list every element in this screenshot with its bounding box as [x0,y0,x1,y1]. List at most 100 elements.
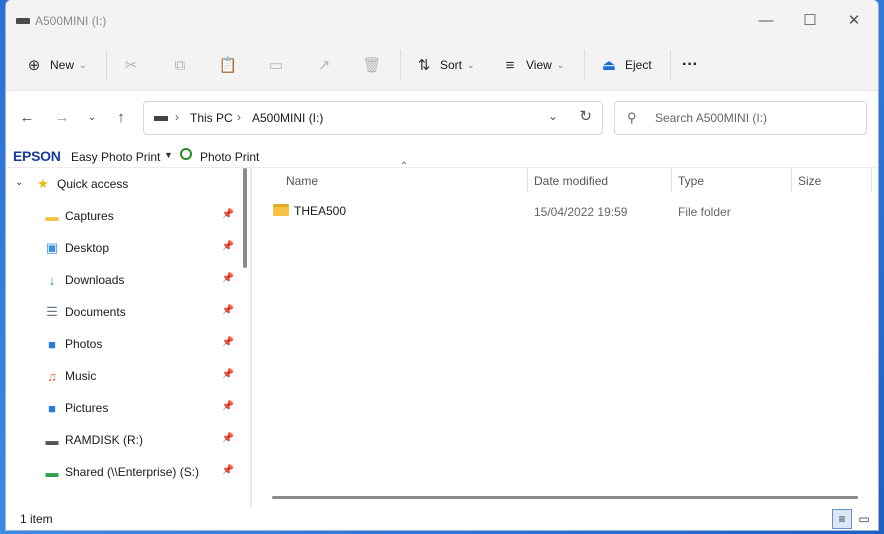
file-type: File folder [678,205,731,219]
music-icon: ♫ [47,368,57,384]
address-dropdown-icon[interactable]: ⌄ [548,109,558,123]
sidebar-item-label: Quick access [57,177,129,191]
photos-icon: ■ [48,336,56,352]
sidebar-item-pictures[interactable]: ■ Pictures 📌 [6,392,240,424]
eject-label: Eject [625,58,652,72]
sidebar-item-downloads[interactable]: ↓ Downloads 📌 [6,264,240,296]
easy-photo-print-button[interactable]: Easy Photo Print [71,150,160,164]
delete-button[interactable]: 🗑 [362,50,382,80]
view-button[interactable]: ≡ View ⌄ [500,50,565,80]
eject-button[interactable]: ⏏ Eject [599,50,652,80]
column-divider[interactable] [671,168,672,192]
sidebar-item-label: Documents [65,305,126,319]
folder-icon [273,204,289,216]
breadcrumb-separator: › [237,110,241,124]
close-button[interactable]: ✕ [832,4,876,36]
pin-icon: 📌 [221,465,234,476]
sidebar-item-documents[interactable]: ☰ Documents 📌 [6,296,240,328]
column-header-name[interactable]: Name [286,174,318,198]
sidebar-item-desktop[interactable]: ▣ Desktop 📌 [6,232,240,264]
toolbar-divider [400,50,401,80]
sidebar-scrollbar[interactable] [243,168,247,268]
column-header-type[interactable]: Type [678,174,704,198]
drive-icon [16,18,30,24]
pictures-icon: ■ [48,400,56,416]
recent-locations-button[interactable]: ⌄ [80,105,104,129]
command-bar: ⊕ New ⌄ ✂ ⧉ 📋 ▭ ↗ 🗑 ⇅ Sort ⌄ ≡ View ⌄ ⏏ … [6,42,878,91]
address-bar[interactable]: › This PC › A500MINI (I:) ⌄ ↻ [143,101,603,135]
search-box[interactable]: ⚲ Search A500MINI (I:) [614,101,867,135]
back-button[interactable]: ← [15,105,39,129]
forward-button[interactable]: → [50,105,74,129]
toolbar-divider [670,50,671,80]
sort-button[interactable]: ⇅ Sort ⌄ [414,50,475,80]
horizontal-scrollbar[interactable] [272,496,858,499]
clipboard-icon: 📋 [218,57,238,74]
chevron-down-icon: ⌄ [79,59,87,70]
sidebar-item-quick-access[interactable]: ⌄ ★ Quick access [6,168,240,200]
rename-button[interactable]: ▭ [266,50,286,80]
table-row[interactable]: THEA500 15/04/2022 19:59 File folder [256,200,878,222]
breadcrumb-separator: › [175,110,179,124]
photo-print-button[interactable]: Photo Print [200,150,259,164]
cut-button[interactable]: ✂ [121,50,141,80]
sidebar-item-label: Desktop [65,241,110,255]
photo-print-icon [180,148,192,160]
share-button[interactable]: ↗ [314,50,334,80]
sidebar-item-label: Captures [65,209,114,223]
toolbar-divider [106,50,107,80]
pin-icon: 📌 [221,241,234,252]
epson-logo: EPSON [13,148,61,164]
breadcrumb-current-drive[interactable]: A500MINI (I:) [252,111,323,125]
folder-icon: ▬ [45,208,59,224]
sidebar-item-label: Music [65,369,97,383]
copy-icon: ⧉ [174,56,186,74]
pin-icon: 📌 [221,305,234,316]
share-icon: ↗ [317,57,331,74]
sidebar-item-label: Photos [65,337,103,351]
details-view-button[interactable]: ≡ [832,509,852,529]
epson-toolbar: EPSON Easy Photo Print ▼ Photo Print [6,143,878,168]
sidebar-item-label: Downloads [65,273,125,287]
explorer-window: A500MINI (I:) — ☐ ✕ ⊕ New ⌄ ✂ ⧉ 📋 ▭ ↗ 🗑 … [6,0,878,530]
network-drive-icon: ▬ [45,464,59,480]
navigation-pane: ⌄ ★ Quick access ▬ Captures 📌 ▣ Desktop 📌 ↓ Downlo… [6,168,240,507]
list-view-icon: ≡ [505,56,515,74]
file-date-modified: 15/04/2022 19:59 [534,205,628,219]
pin-icon: 📌 [221,209,234,220]
title-bar: A500MINI (I:) — ☐ ✕ [6,0,878,42]
maximize-button[interactable]: ☐ [788,4,832,36]
column-divider[interactable] [871,168,872,192]
more-options-button[interactable]: ··· [682,50,698,80]
item-count: 1 item [20,512,53,526]
sidebar-item-ramdisk-r[interactable]: ▬ RAMDISK (R:) 📌 [6,424,240,456]
paste-button[interactable]: 📋 [218,50,238,80]
chevron-down-icon[interactable]: ⌄ [15,177,23,188]
chevron-down-icon: ⌄ [556,59,565,70]
sidebar-scroll-track [250,168,252,507]
up-button[interactable]: ↑ [109,105,133,129]
download-icon: ↓ [48,272,56,288]
sidebar-item-captures[interactable]: ▬ Captures 📌 [6,200,240,232]
column-divider[interactable] [791,168,792,192]
copy-button[interactable]: ⧉ [170,50,190,80]
drive-icon: ▬ [45,432,59,448]
sidebar-item-label: Pictures [65,401,109,415]
refresh-icon[interactable]: ↻ [579,107,592,125]
search-placeholder: Search A500MINI (I:) [655,111,768,125]
tiles-view-button[interactable]: ▭ [854,509,874,529]
column-divider[interactable] [527,168,528,192]
sidebar-item-music[interactable]: ♫ Music 📌 [6,360,240,392]
drive-icon [154,116,168,121]
caret-down-icon[interactable]: ▼ [164,150,173,160]
breadcrumb-this-pc[interactable]: This PC [190,111,233,125]
document-icon: ☰ [46,304,58,319]
sidebar-item-photos[interactable]: ■ Photos 📌 [6,328,240,360]
new-button[interactable]: ⊕ New ⌄ [24,50,87,80]
status-bar: 1 item ≡ ▭ [6,508,878,530]
column-header-size[interactable]: Size [798,174,821,198]
more-icon: ··· [682,56,698,73]
minimize-button[interactable]: — [744,4,788,36]
sidebar-item-shared-enterprise-s[interactable]: ▬ Shared (\\Enterprise) (S:) 📌 [6,456,240,488]
column-header-date-modified[interactable]: Date modified [534,174,608,198]
